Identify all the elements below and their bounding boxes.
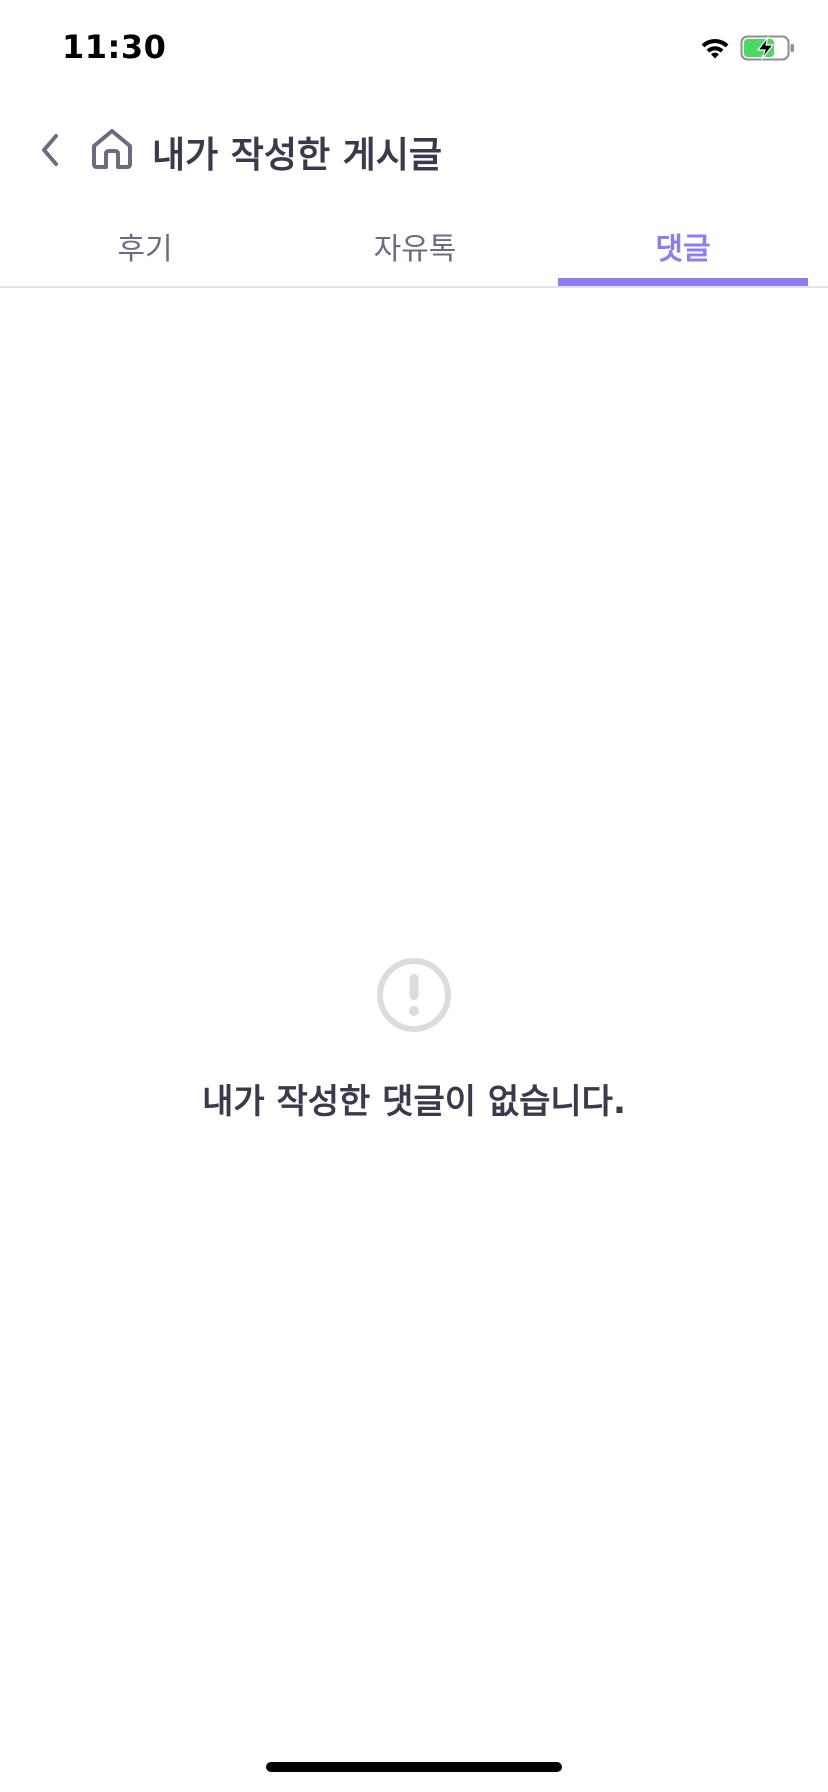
- app-header: 내가 작성한 게시글: [0, 110, 828, 190]
- empty-state-message: 내가 작성한 댓글이 없습니다.: [202, 1082, 626, 1122]
- status-time: 11:30: [62, 28, 167, 66]
- wifi-icon: [701, 39, 729, 59]
- chevron-left-icon: [42, 134, 58, 166]
- battery-charging-icon: [740, 35, 794, 61]
- page-title: 내가 작성한 게시글: [152, 135, 443, 176]
- tab-bar: 후기 자유톡 댓글: [0, 214, 828, 288]
- tab-comments[interactable]: 댓글: [558, 214, 808, 286]
- home-button[interactable]: [86, 122, 138, 176]
- tab-reviews[interactable]: 후기: [20, 214, 270, 286]
- home-icon: [92, 129, 132, 169]
- active-tab-indicator: [558, 278, 808, 286]
- home-indicator[interactable]: [266, 1762, 562, 1772]
- exclamation-circle-icon: [377, 958, 451, 1032]
- status-bar: 11:30: [0, 0, 828, 96]
- tab-free-talk[interactable]: 자유톡: [290, 214, 540, 286]
- back-button[interactable]: [28, 126, 72, 174]
